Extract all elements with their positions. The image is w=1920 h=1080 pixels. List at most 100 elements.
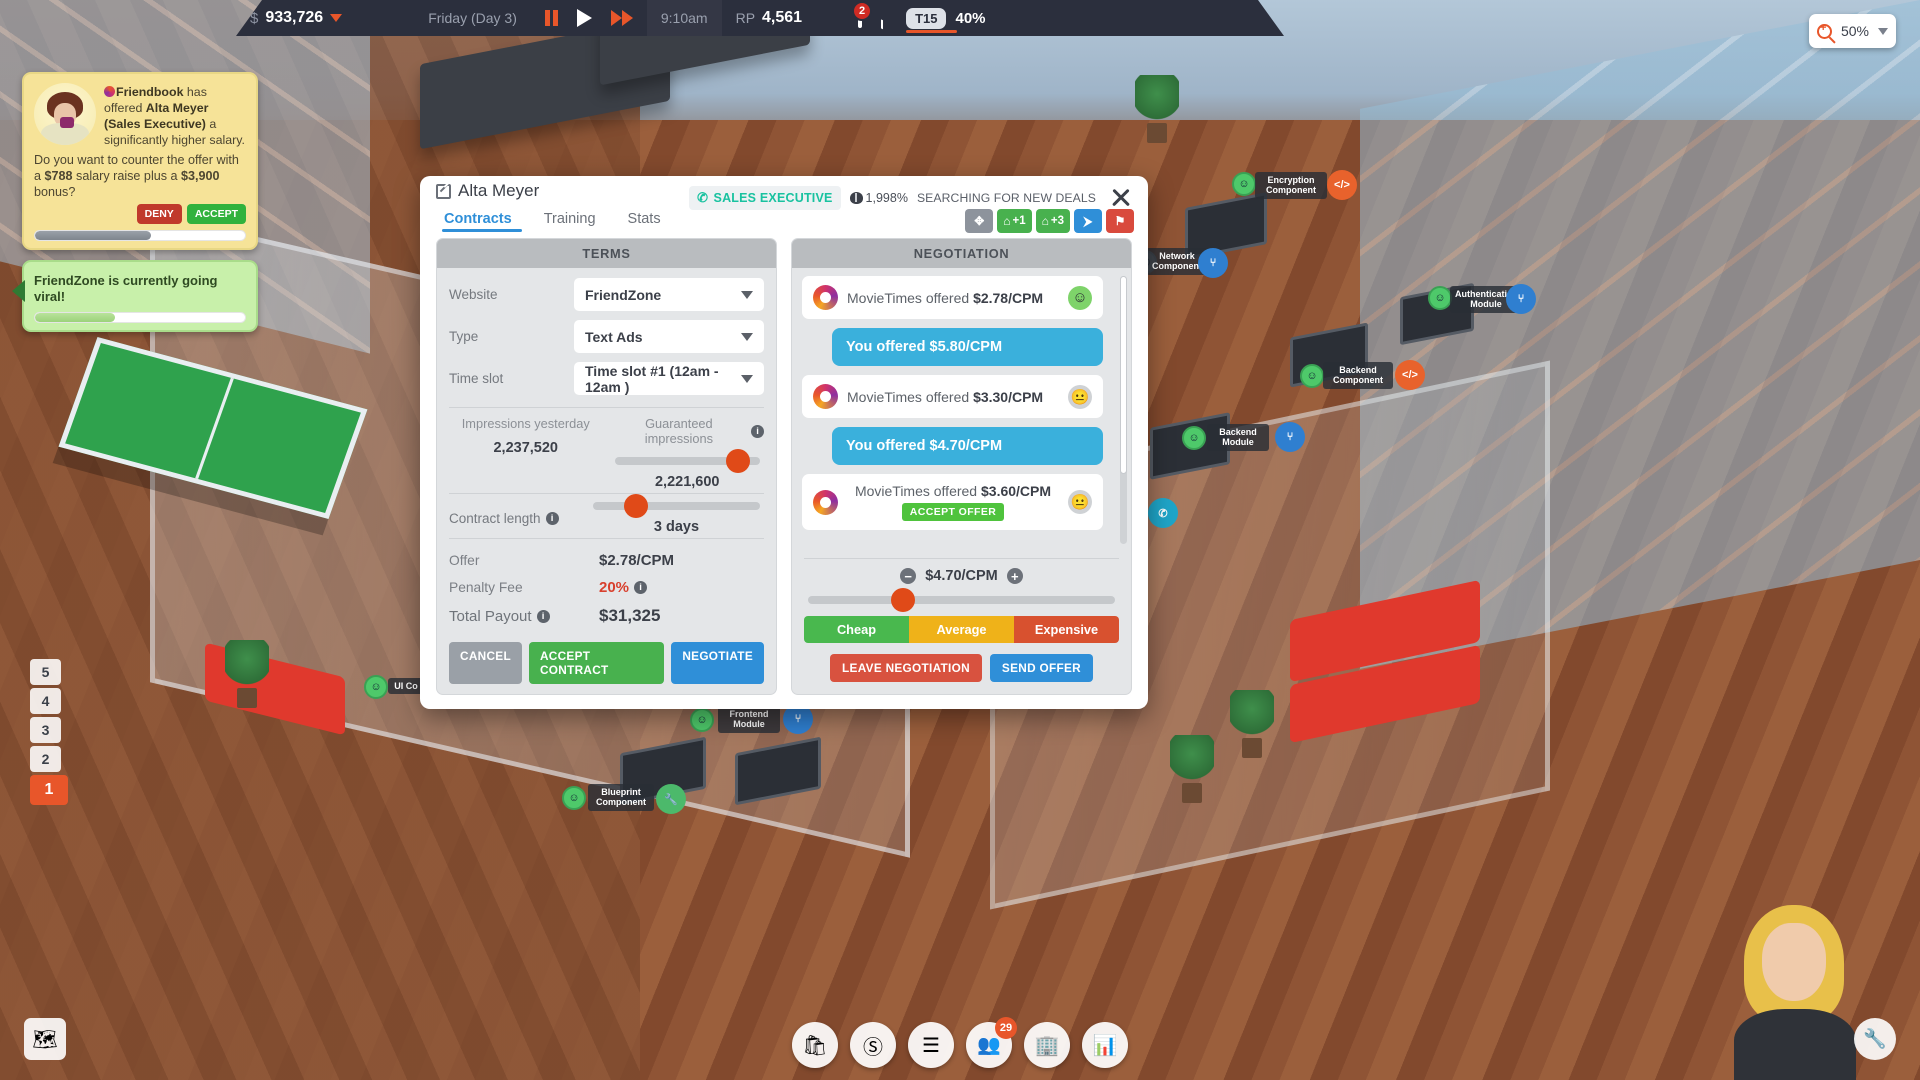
- level-5[interactable]: 5: [30, 659, 61, 685]
- zoom-in-icon[interactable]: [1816, 22, 1832, 39]
- mail-button[interactable]: 2: [844, 0, 876, 36]
- level-2[interactable]: 2: [30, 746, 61, 772]
- fast-forward-button[interactable]: [611, 10, 633, 26]
- slider-knob[interactable]: [624, 494, 649, 518]
- cpm-slider[interactable]: [808, 588, 1115, 612]
- arrow-right-icon: ⮞: [1083, 213, 1093, 228]
- info-icon[interactable]: i: [536, 609, 550, 623]
- floor-level-selector[interactable]: 5 4 3 2 1: [30, 659, 68, 808]
- info-icon[interactable]: i: [751, 424, 764, 438]
- brain-icon: [849, 192, 863, 204]
- decrement-button[interactable]: −: [900, 568, 917, 584]
- tech-level-pill[interactable]: T15: [906, 8, 946, 29]
- divider: [449, 493, 764, 494]
- dock-stats-button[interactable]: 📊: [1082, 1022, 1128, 1068]
- offer-row: Offer $2.78/CPM: [449, 547, 764, 574]
- tab-training[interactable]: Training: [528, 206, 612, 232]
- notif-person: Alta Meyer: [145, 100, 209, 115]
- branch-icon: ⑂: [1506, 284, 1536, 314]
- notification-viral[interactable]: FriendZone is currently going viral!: [12, 259, 258, 332]
- negotiate-button[interactable]: NEGOTIATE: [671, 642, 764, 684]
- movietimes-logo-icon: [813, 285, 838, 310]
- people-icon: 👥: [977, 1035, 1001, 1056]
- terms-panel: TERMS Website FriendZone Type Text Ads T…: [436, 238, 777, 695]
- promote-3-button[interactable]: ⌂ +3: [1035, 209, 1070, 234]
- dock-staff-button[interactable]: 👥 29: [966, 1017, 1017, 1068]
- deny-button[interactable]: DENY: [136, 203, 182, 224]
- guaranteed-label-text: Guaranteed impressions: [644, 416, 714, 446]
- mood-icon: ☺: [1300, 364, 1324, 388]
- dock-products-button[interactable]: ☰: [908, 1022, 954, 1068]
- divider: [449, 407, 764, 408]
- edit-icon[interactable]: [436, 183, 451, 199]
- rp-display: RP 4,561: [722, 0, 817, 36]
- message-amount: $3.30/CPM: [973, 388, 1044, 405]
- message-prefix: MovieTimes offered: [847, 388, 974, 405]
- tab-stats[interactable]: Stats: [612, 206, 677, 232]
- penalty-value-wrap: 20% i: [599, 579, 648, 596]
- price-average-label: Average: [909, 616, 1014, 643]
- leave-negotiation-button[interactable]: LEAVE NEGOTIATION: [830, 654, 982, 682]
- page-title: Alta Meyer: [458, 181, 540, 201]
- chevron-down-icon: [741, 374, 753, 383]
- website-select[interactable]: FriendZone: [574, 278, 764, 311]
- viral-message: FriendZone is currently going viral!: [34, 272, 218, 305]
- dock-finance-button[interactable]: Ⓢ: [850, 1022, 896, 1068]
- chevron-down-icon[interactable]: [1878, 27, 1888, 35]
- money-value: 933,726: [265, 9, 324, 26]
- map-button[interactable]: 🗺: [24, 1018, 66, 1060]
- notification-text: Friendbook has offered Alta Meyer (Sales…: [104, 83, 246, 149]
- dock-shop-button[interactable]: 🛍: [792, 1022, 838, 1068]
- increment-button[interactable]: +: [1006, 568, 1023, 584]
- dialog-header: Alta Meyer ✆ SALES EXECUTIVE 1,998% SEAR…: [420, 176, 1148, 210]
- timeslot-select[interactable]: Time slot #1 (12am - 12am ): [574, 362, 764, 395]
- home-icon: ⌂: [1041, 214, 1049, 229]
- accept-button[interactable]: ACCEPT: [186, 203, 246, 224]
- timeslot-label: Time slot: [449, 371, 504, 386]
- guaranteed-impressions-slider[interactable]: [614, 449, 760, 473]
- accept-offer-button[interactable]: ACCEPT OFFER: [901, 503, 1005, 521]
- assign-button[interactable]: ⮞: [1074, 209, 1102, 234]
- tab-contracts[interactable]: Contracts: [436, 206, 528, 232]
- level-1[interactable]: 1: [30, 775, 68, 805]
- type-select[interactable]: Text Ads: [574, 320, 764, 353]
- terms-buttons: CANCEL ACCEPT CONTRACT NEGOTIATE: [449, 642, 764, 684]
- promote-1-button[interactable]: ⌂ +1: [997, 209, 1032, 234]
- pause-button[interactable]: [545, 10, 558, 26]
- negotiation-panel: NEGOTIATION MovieTimes offered $2.78/CPM…: [791, 238, 1132, 695]
- message-amount: $3.60/CPM: [981, 483, 1052, 499]
- timeslot-value: Time slot #1 (12am - 12am ): [585, 362, 719, 395]
- send-offer-button[interactable]: SEND OFFER: [989, 654, 1093, 682]
- wrench-button[interactable]: 🔧: [1854, 1018, 1896, 1060]
- message-them: MovieTimes offered $2.78/CPM ☺: [802, 276, 1103, 319]
- level-4[interactable]: 4: [30, 688, 61, 714]
- slider-knob[interactable]: [891, 588, 916, 612]
- bonus-amount: $3,900: [181, 168, 220, 183]
- negotiation-scrollbar[interactable]: [1120, 276, 1127, 544]
- accept-contract-button[interactable]: ACCEPT CONTRACT: [528, 642, 665, 684]
- employee-dialog: Alta Meyer ✆ SALES EXECUTIVE 1,998% SEAR…: [420, 176, 1148, 709]
- character-figure: [1730, 905, 1860, 1080]
- contract-length-row: Contract length i 3 days: [449, 494, 764, 535]
- slider-knob[interactable]: [726, 449, 751, 473]
- notification-question: Do you want to counter the offer with a …: [34, 152, 246, 201]
- negotiation-buttons: LEAVE NEGOTIATION SEND OFFER: [804, 654, 1119, 682]
- play-button[interactable]: [577, 9, 592, 27]
- dock-building-button[interactable]: 🏢: [1024, 1022, 1070, 1068]
- info-icon[interactable]: i: [634, 581, 648, 594]
- move-button[interactable]: ✥: [965, 209, 994, 234]
- level-3[interactable]: 3: [30, 717, 61, 743]
- cancel-button[interactable]: CANCEL: [449, 642, 522, 684]
- offer-value: $2.78/CPM: [599, 552, 675, 569]
- info-icon[interactable]: i: [545, 512, 559, 525]
- speed-controls: [531, 0, 647, 36]
- message-them: MovieTimes offered $3.60/CPM ACCEPT OFFE…: [802, 474, 1103, 530]
- chevron-down-icon[interactable]: [330, 14, 342, 22]
- staff-count-badge: 29: [995, 1017, 1017, 1039]
- status-text: SEARCHING FOR NEW DEALS: [916, 191, 1096, 205]
- fire-button[interactable]: ⚑: [1106, 209, 1134, 234]
- notification-offer[interactable]: Friendbook has offered Alta Meyer (Sales…: [22, 72, 258, 250]
- impressions-yesterday-label: Impressions yesterday: [461, 416, 590, 431]
- contract-length-slider[interactable]: [593, 494, 760, 518]
- zoom-control[interactable]: 50%: [1808, 14, 1896, 48]
